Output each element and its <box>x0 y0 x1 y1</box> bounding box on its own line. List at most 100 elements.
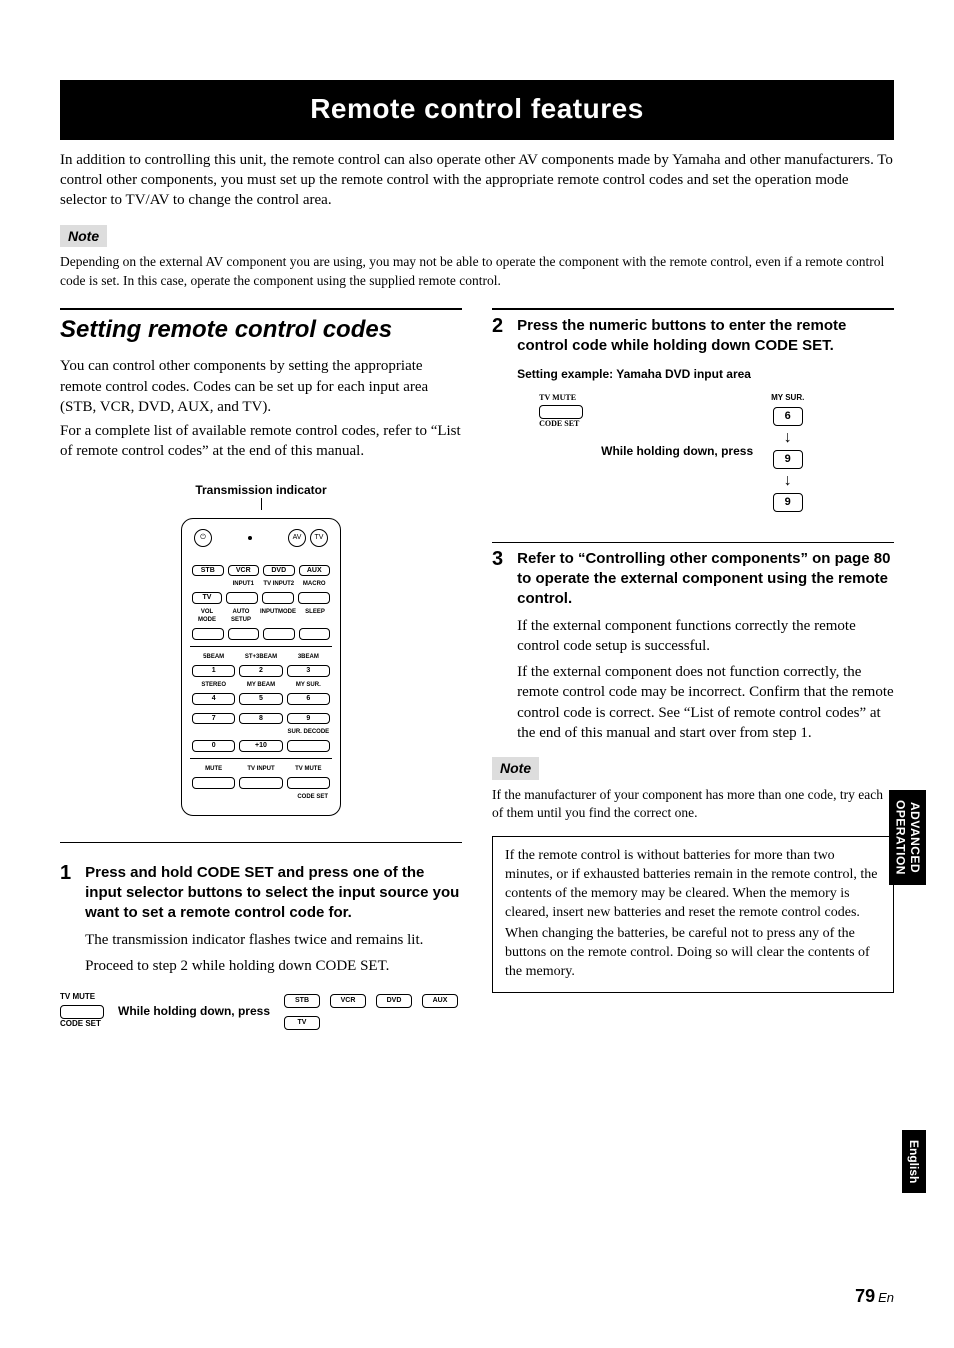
label-mute: MUTE <box>192 765 235 773</box>
code-set-label-2: CODE SET <box>539 419 579 430</box>
label-surdecode: SUR. DECODE <box>287 728 330 736</box>
digit-1: 1 <box>192 665 235 677</box>
remote-body: ⏻ AV TV STB VCR DVD AUX INPUT1 <box>181 518 341 816</box>
hold-text-2: While holding down, press <box>601 444 753 460</box>
note-body: Depending on the external AV component y… <box>60 253 894 289</box>
side-tab-language: English <box>902 1130 926 1193</box>
blank-button <box>228 628 260 640</box>
step-1-illustration: TV MUTE CODE SET While holding down, pre… <box>60 992 462 1031</box>
tv-mute-button-2 <box>539 405 583 419</box>
power-icon: ⏻ <box>194 529 212 547</box>
page-number-value: 79 <box>855 1286 875 1306</box>
step-1: 1 Press and hold CODE SET and press one … <box>60 863 462 976</box>
digit-6-mini: 6 <box>773 407 803 426</box>
my-sur-label: MY SUR. <box>771 393 804 404</box>
label-blank <box>192 728 235 736</box>
label-inputmode: INPUTMODE <box>260 608 296 624</box>
intro-paragraph: In addition to controlling this unit, th… <box>60 150 894 211</box>
code-set-label-small: CODE SET <box>188 793 334 801</box>
remote-illustration: ⏻ AV TV STB VCR DVD AUX INPUT1 <box>60 518 462 816</box>
hold-text: While holding down, press <box>118 1004 270 1020</box>
vcr-button: VCR <box>228 565 260 577</box>
step-3: 3 Refer to “Controlling other components… <box>492 549 894 743</box>
label-sleep: SLEEP <box>300 608 330 624</box>
label-tvinput: TV INPUT <box>239 765 282 773</box>
digit-2: 2 <box>239 665 282 677</box>
tvmute-button <box>287 777 330 789</box>
note-label: Note <box>60 225 107 248</box>
tv-button: TV <box>310 529 328 547</box>
right-column: 2 Press the numeric buttons to enter the… <box>492 308 894 1032</box>
label-blank <box>239 728 282 736</box>
tv-mute-label-2: TV MUTE <box>539 393 576 404</box>
stb-button: STB <box>192 565 224 577</box>
step-3-text-1: If the external component functions corr… <box>517 616 894 657</box>
note-2-body: If the manufacturer of your component ha… <box>492 786 894 822</box>
page-lang-suffix: En <box>878 1290 894 1305</box>
digit-5: 5 <box>239 693 282 705</box>
side-tab-line-2: OPERATION <box>894 800 908 875</box>
tv-mute-button <box>60 1005 104 1019</box>
step-3-title: Refer to “Controlling other components” … <box>517 549 894 610</box>
arrow-down-icon: ↓ <box>784 473 792 489</box>
blank-button <box>262 592 294 604</box>
label-stereo: STEREO <box>192 681 235 689</box>
label-autosetup: AUTO SETUP <box>226 608 256 624</box>
step-2-title: Press the numeric buttons to enter the r… <box>517 316 894 357</box>
page-title-banner: Remote control features <box>60 80 894 140</box>
av-button: AV <box>288 529 306 547</box>
label-input1: INPUT1 <box>228 580 260 588</box>
plus-10: +10 <box>239 740 282 752</box>
dvd-button: DVD <box>263 565 295 577</box>
section-body-1: You can control other components by sett… <box>60 356 462 417</box>
mute-button <box>192 777 235 789</box>
code-set-label: CODE SET <box>60 1019 101 1030</box>
digit-3: 3 <box>287 665 330 677</box>
aux-mini: AUX <box>422 994 458 1008</box>
label-mybeam: MY BEAM <box>239 681 282 689</box>
transmission-indicator-label: Transmission indicator <box>60 482 462 498</box>
blank-button <box>192 628 224 640</box>
indicator-leader-line <box>261 498 262 510</box>
stb-mini: STB <box>284 994 320 1008</box>
label-macro: MACRO <box>299 580 331 588</box>
label-5beam: 5BEAM <box>192 653 235 661</box>
battery-box-p1: If the remote control is without batteri… <box>505 847 881 923</box>
digit-9: 9 <box>287 713 330 725</box>
page-number: 79En <box>855 1284 894 1308</box>
label-volmode: VOL MODE <box>192 608 222 624</box>
label-tv-input2: TV INPUT2 <box>263 580 295 588</box>
step-2-number: 2 <box>492 316 503 512</box>
arrow-down-icon: ↓ <box>784 430 792 446</box>
battery-warning-box: If the remote control is without batteri… <box>492 836 894 992</box>
digit-6: 6 <box>287 693 330 705</box>
aux-button: AUX <box>299 565 331 577</box>
digit-0: 0 <box>192 740 235 752</box>
step-1-text-2: Proceed to step 2 while holding down COD… <box>85 956 462 976</box>
blank-button <box>287 740 330 752</box>
step-3-text-2: If the external component does not funct… <box>517 662 894 743</box>
digit-9-mini-a: 9 <box>773 450 803 469</box>
step-3-number: 3 <box>492 549 503 743</box>
blank-button <box>226 592 258 604</box>
section-body-2: For a complete list of available remote … <box>60 421 462 462</box>
vcr-mini: VCR <box>330 994 366 1008</box>
blank-button <box>263 628 295 640</box>
note-label-2: Note <box>492 757 539 780</box>
label-st3beam: ST+3BEAM <box>239 653 282 661</box>
tv-mini: TV <box>284 1016 320 1030</box>
tvinput-button <box>239 777 282 789</box>
content-columns: Setting remote control codes You can con… <box>60 308 894 1032</box>
step-2-illustration: TV MUTE CODE SET While holding down, pre… <box>517 393 894 512</box>
section-heading: Setting remote control codes <box>60 308 462 346</box>
side-tab-advanced-operation: ADVANCED OPERATION <box>889 790 926 885</box>
dvd-mini: DVD <box>376 994 412 1008</box>
label-mysur: MY SUR. <box>287 681 330 689</box>
blank-button <box>299 628 331 640</box>
tv-small-button: TV <box>192 592 222 604</box>
label-tvmute: TV MUTE <box>287 765 330 773</box>
digit-9-mini-b: 9 <box>773 493 803 512</box>
step-1-number: 1 <box>60 863 71 976</box>
step-1-title: Press and hold CODE SET and press one of… <box>85 863 462 924</box>
digit-8: 8 <box>239 713 282 725</box>
